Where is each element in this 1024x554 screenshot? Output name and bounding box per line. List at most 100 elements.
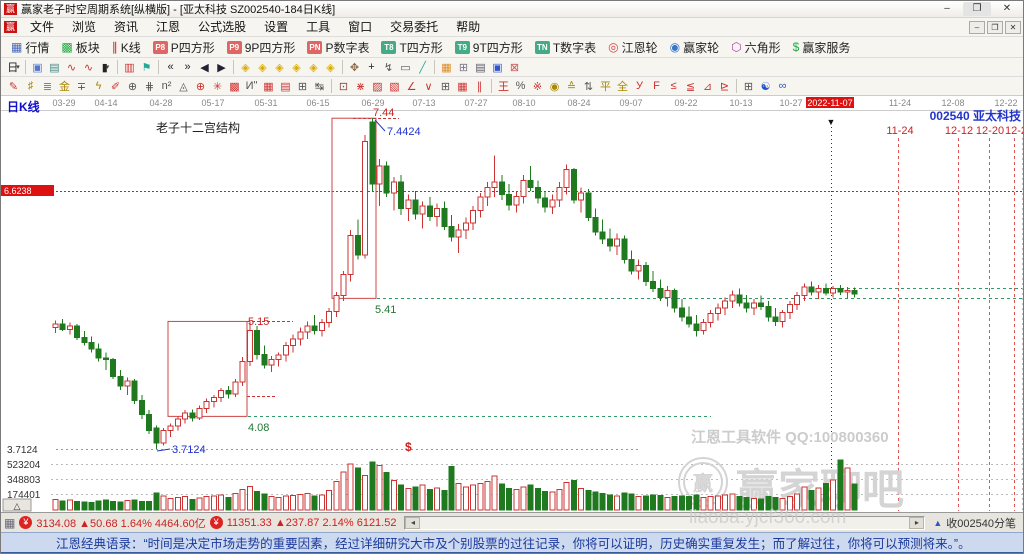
trend-polyline-1-button[interactable]: ∿ [63, 59, 80, 75]
winner-service-button[interactable]: $赢家服务 [787, 39, 857, 56]
columns-tool-button[interactable]: ⊞ [294, 78, 311, 94]
menu-浏览[interactable]: 浏览 [63, 18, 105, 36]
close-button[interactable]: ✕ [993, 2, 1021, 16]
i-quote-tool-button[interactable]: Иʺ [243, 78, 260, 94]
region-select-button[interactable]: ▭ [397, 59, 414, 75]
export-button[interactable]: ⊠ [506, 59, 523, 75]
lines-tool-2-button[interactable]: ≦ [682, 78, 699, 94]
kline-button[interactable]: ∥K线 [106, 39, 147, 56]
shaded-box-1-button[interactable]: ▨ [369, 78, 386, 94]
gann-diamond-4-button[interactable]: ◈ [288, 59, 305, 75]
gann-diamond-3-button[interactable]: ◈ [271, 59, 288, 75]
scrollbar-left-arrow[interactable]: ◂ [405, 517, 420, 529]
mdi-system-icon[interactable]: 赢 [4, 21, 17, 33]
menu-设置[interactable]: 设置 [255, 18, 297, 36]
9t-square-button[interactable]: T99T四方形 [449, 39, 529, 56]
chart-horizontal-scrollbar[interactable]: ◂ ▸ [404, 516, 925, 530]
menu-窗口[interactable]: 窗口 [339, 18, 381, 36]
gann-diamond-2-button[interactable]: ◈ [254, 59, 271, 75]
rays-tool-button[interactable]: ⋇ [352, 78, 369, 94]
gann-diamond-5-button[interactable]: ◈ [305, 59, 322, 75]
quan-char-tool-button[interactable]: 全 [614, 78, 631, 94]
trend-polyline-2-button[interactable]: ∿ [80, 59, 97, 75]
kline-box-button[interactable]: ▥ [121, 59, 138, 75]
last-page-button[interactable]: » [179, 59, 196, 75]
grid-marks-button[interactable]: ⋕ [141, 78, 158, 94]
approx-tool-button[interactable]: ≙ [563, 78, 580, 94]
check-tool-button[interactable]: ∨ [420, 78, 437, 94]
level-tool-button[interactable]: ∓ [73, 78, 90, 94]
volume-expand-button[interactable]: △ [3, 499, 31, 511]
quotes-button[interactable]: ▦行情 [5, 39, 55, 56]
wedge-tool-button[interactable]: ⊿ [699, 78, 716, 94]
mdi-close-button[interactable]: ✕ [1005, 21, 1021, 34]
minimize-button[interactable]: – [933, 2, 961, 16]
h-arrows-button[interactable]: ↹ [311, 78, 328, 94]
p-square-button[interactable]: P8P四方形 [147, 39, 221, 56]
n-squared-button[interactable]: n² [158, 78, 175, 94]
target-tool-button[interactable]: ⊕ [192, 78, 209, 94]
grid-window-button[interactable]: ⊞ [740, 78, 757, 94]
box-diag-tool-button[interactable]: ⊵ [716, 78, 733, 94]
percent-tool-button[interactable]: % [512, 78, 529, 94]
scrollbar-right-arrow[interactable]: ▸ [909, 517, 924, 529]
candle-style-dropdown-button[interactable]: ▮▾ [97, 59, 114, 75]
menu-资讯[interactable]: 资讯 [105, 18, 147, 36]
gann-wheel-button[interactable]: ◎江恩轮 [602, 39, 664, 56]
next-bar-button[interactable]: ▶ [213, 59, 230, 75]
pan-hand-button[interactable]: ✥ [346, 59, 363, 75]
winner-wheel-button[interactable]: ◉赢家轮 [664, 39, 726, 56]
gold-char-button[interactable]: 金 [56, 78, 73, 94]
pyramid-gold-button[interactable]: ≣ [39, 78, 56, 94]
grid-tool-button[interactable]: ⊞ [437, 78, 454, 94]
red-grid-1-button[interactable]: ▦ [260, 78, 277, 94]
hatch-tool-button[interactable]: ▦ [454, 78, 471, 94]
ping-char-tool-button[interactable]: 平 [597, 78, 614, 94]
updown-tool-button[interactable]: ⇅ [580, 78, 597, 94]
t-square-button[interactable]: T8T四方形 [375, 39, 448, 56]
9p-square-button[interactable]: P99P四方形 [221, 39, 302, 56]
ratio-tool-button[interactable]: ※ [529, 78, 546, 94]
tick-chart-link[interactable]: 收002540分笔 [946, 515, 1016, 531]
flag-tool-button[interactable]: ⚑ [138, 59, 155, 75]
hash-tool-button[interactable]: ♯ [22, 78, 39, 94]
f-tool-button[interactable]: F [648, 78, 665, 94]
menu-工具[interactable]: 工具 [297, 18, 339, 36]
hexagon-button[interactable]: ⬡六角形 [725, 39, 787, 56]
circled-gold-button[interactable]: ◉ [546, 78, 563, 94]
image-view-button[interactable]: ▣ [29, 59, 46, 75]
maximize-button[interactable]: ❐ [963, 2, 991, 16]
gann-diamond-1-button[interactable]: ◈ [237, 59, 254, 75]
sectors-button[interactable]: ▩板块 [55, 39, 105, 56]
circle-cross-button[interactable]: ⊕ [124, 78, 141, 94]
pencil-button[interactable]: ✎ [5, 78, 22, 94]
menu-帮助[interactable]: 帮助 [447, 18, 489, 36]
prev-bar-button[interactable]: ◀ [196, 59, 213, 75]
slashes-tool-button[interactable]: ∥ [471, 78, 488, 94]
measure-zigzag-button[interactable]: ↯ [380, 59, 397, 75]
save-button[interactable]: ▣ [489, 59, 506, 75]
mdi-restore-button[interactable]: ❐ [987, 21, 1003, 34]
king-char-tool-button[interactable]: 王 [495, 78, 512, 94]
report-button[interactable]: ▤ [472, 59, 489, 75]
gann-diamond-6-button[interactable]: ◈ [322, 59, 339, 75]
t-table-button[interactable]: TNT数字表 [529, 39, 602, 56]
menu-公式选股[interactable]: 公式选股 [189, 18, 255, 36]
triangle-tool-button[interactable]: ◬ [175, 78, 192, 94]
yinyang-button[interactable]: ☯ [757, 78, 774, 94]
p-table-button[interactable]: PNP数字表 [301, 39, 375, 56]
menu-交易委托[interactable]: 交易委托 [381, 18, 447, 36]
diagonal-line-button[interactable]: ╱ [414, 59, 431, 75]
window-frame-button[interactable]: ⊡ [335, 78, 352, 94]
menu-文件[interactable]: 文件 [21, 18, 63, 36]
info-panel-button[interactable]: ▤ [46, 59, 63, 75]
crosshair-button[interactable]: + [363, 59, 380, 75]
hook-tool-button[interactable]: ϟ [90, 78, 107, 94]
kline-chart[interactable]: 江恩工具软件 QQ:100800360赢家聊吧赢日K线老子十二宫结构002540… [1, 96, 1024, 512]
grid-icon[interactable]: ▦ [4, 516, 15, 530]
infinity-button[interactable]: ∞ [774, 78, 791, 94]
period-daily-dropdown-button[interactable]: 日▾ [5, 59, 22, 75]
red-grid-2-button[interactable]: ▤ [277, 78, 294, 94]
pen-2-button[interactable]: ✐ [107, 78, 124, 94]
lines-tool-1-button[interactable]: ≤ [665, 78, 682, 94]
